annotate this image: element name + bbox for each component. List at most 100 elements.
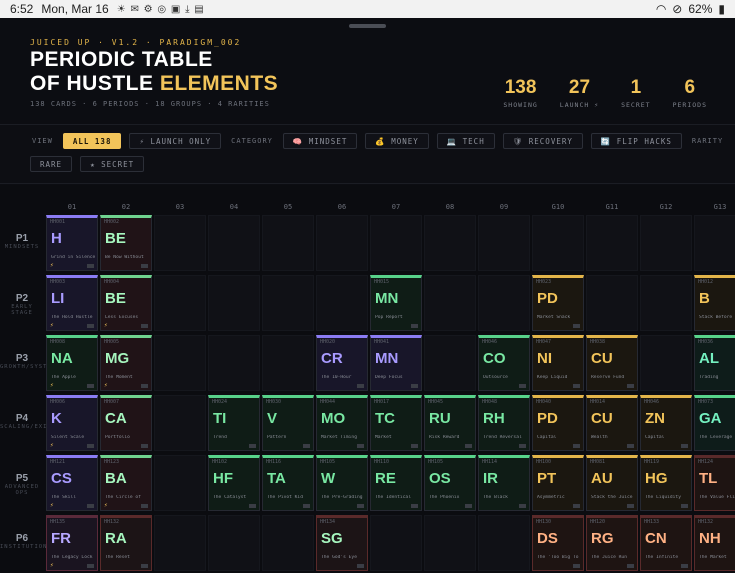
element-card[interactable]: HH044 MO Market Timing [316,395,368,451]
empty-slot [262,275,314,331]
card-symbol: AU [591,470,613,487]
element-card[interactable]: HH120 RG The Juice Run [586,515,638,571]
element-card[interactable]: HH046 ZN Capital [640,395,692,451]
card-id: HH041 [374,339,390,345]
element-card[interactable]: HH123 BA The Circle of ⚡ [100,455,152,511]
element-card[interactable]: HH036 AL Trading [694,335,735,391]
rarity-badge [573,504,580,508]
card-symbol: PD [537,410,558,427]
card-id: HH005 [104,339,120,345]
element-card[interactable]: HH041 MN Deep Focus [370,335,422,391]
element-card[interactable]: HH105 W The Pre-Grading [316,455,368,511]
element-card[interactable]: HH048 RH Trend Reversal [478,395,530,451]
card-symbol: PD [537,290,558,307]
element-card[interactable]: HH004 BE Less Excuses ⚡ [100,275,152,331]
empty-slot [424,335,476,391]
element-card[interactable]: HH005 MG The Moment ⚡ [100,335,152,391]
view-launch-button[interactable]: ⚡ LAUNCH ONLY [129,133,222,149]
filter-bar: VIEW ALL 138 ⚡ LAUNCH ONLY CATEGORY 🧠 MI… [0,124,735,184]
view-all-button[interactable]: ALL 138 [62,133,122,149]
element-card[interactable]: HH003 LI The Hold Hustle ⚡ [46,275,98,331]
element-card[interactable]: HH132 NH The Market [694,515,735,571]
category-mindset-button[interactable]: 🧠 MINDSET [282,133,358,149]
element-card[interactable]: HH102 HF The Catalyst [208,455,260,511]
element-card[interactable]: HH017 TC Market [370,395,422,451]
card-symbol: CR [321,350,343,367]
element-card[interactable]: HH073 GA The Leverage [694,395,735,451]
element-card[interactable]: HH135 FR The Legacy Lock ⚡ [46,515,98,571]
category-money-button[interactable]: 💰 MONEY [365,133,429,149]
element-card[interactable]: HH020 CR The 10-Hour [316,335,368,391]
drag-handle[interactable] [349,24,386,28]
empty-slot [262,215,314,271]
element-card[interactable]: HH046 CO Outsource [478,335,530,391]
element-card[interactable]: HH030 V Pattern [262,395,314,451]
element-card[interactable]: HH130 DS The 'Too Big To [532,515,584,571]
card-name: The Legacy Lock [51,555,93,560]
element-card[interactable]: HH006 K Silent Scale ⚡ [46,395,98,451]
element-card[interactable]: HH001 H Grind in Silence ⚡ [46,215,98,271]
element-card[interactable]: HH119 HG The Liquidity [640,455,692,511]
stat-label: SHOWING [503,101,538,109]
element-card[interactable]: HH133 CN The Infinite [640,515,692,571]
element-card[interactable]: HH121 CS The Skill ⚡ [46,455,98,511]
category-tech-button[interactable]: 💻 TECH [436,133,495,149]
title-line-2: OF HUSTLE ELEMENTS [30,72,278,96]
category-flip-hacks-button[interactable]: 🔄 FLIP HACKS [590,133,682,149]
element-card[interactable]: HH012 B Stack Before [694,275,735,331]
element-card[interactable]: HH045 RU Risk Reward [424,395,476,451]
element-card[interactable]: HH114 IR The Black [478,455,530,511]
element-card[interactable]: HH040 PD Capital [532,395,584,451]
period-header: P4 SCALING/EXIT [0,413,51,430]
element-card[interactable]: HH002 BE Be Now Without [100,215,152,271]
card-name: Pop Report [375,315,403,320]
card-symbol: DS [537,530,558,547]
wifi-icon: ◠ [655,2,667,16]
empty-slot [694,215,735,271]
element-card[interactable]: HH105 OS The Phoenix [424,455,476,511]
card-symbol: BA [105,470,127,487]
category-recovery-button[interactable]: 🛡 RECOVERY [502,133,583,149]
element-card[interactable]: HH110 RE The Identical [370,455,422,511]
rarity-badge [573,564,580,568]
element-card[interactable]: HH015 MN Pop Report [370,275,422,331]
card-name: The Leverage [699,435,733,440]
empty-slot [586,215,638,271]
element-card[interactable]: HH100 PT Asymmetric [532,455,584,511]
card-id: HH105 [428,459,444,465]
rarity-badge [87,564,94,568]
launch-icon: ⚡ [50,562,54,569]
group-header: 01 [67,203,77,211]
card-id: HH046 [482,339,498,345]
card-id: HH121 [50,459,66,465]
element-card[interactable]: HH014 CU Wealth [586,395,638,451]
period-sublabel: EARLY STAGE [11,304,33,316]
element-card[interactable]: HH116 TA The Pivot Kid [262,455,314,511]
group-header: 04 [229,203,239,211]
element-card[interactable]: HH124 TL The Value Flip [694,455,735,511]
element-card[interactable]: HH081 AU Stack the Juice [586,455,638,511]
card-name: The God's Eye [321,555,357,560]
card-name: The Skill [51,495,76,500]
card-id: HH130 [536,519,552,525]
rarity-badge [303,504,310,508]
element-card[interactable]: HH132 RA The Reset [100,515,152,571]
element-card[interactable]: HH038 CU Reserve Fund [586,335,638,391]
element-card[interactable]: HH047 NI Keep Liquid [532,335,584,391]
element-card[interactable]: HH134 SG The God's Eye [316,515,368,571]
element-card[interactable]: HH024 TI Trend [208,395,260,451]
empty-slot [154,335,206,391]
element-card[interactable]: HH008 NA The Apple ⚡ [46,335,98,391]
element-card[interactable]: HH023 PD Market Snack [532,275,584,331]
card-name: The Identical [375,495,411,500]
card-name: The Pivot Kid [267,495,303,500]
rarity-rare-button[interactable]: RARE [30,156,73,172]
rarity-badge [573,444,580,448]
element-card[interactable]: HH007 CA Portfolio [100,395,152,451]
card-name: Less Excuses [105,315,139,320]
rarity-secret-button[interactable]: ★ SECRET [80,156,145,172]
card-symbol: RH [483,410,505,427]
group-header: 02 [121,203,131,211]
empty-slot [532,215,584,271]
card-name: Capital [537,435,557,440]
